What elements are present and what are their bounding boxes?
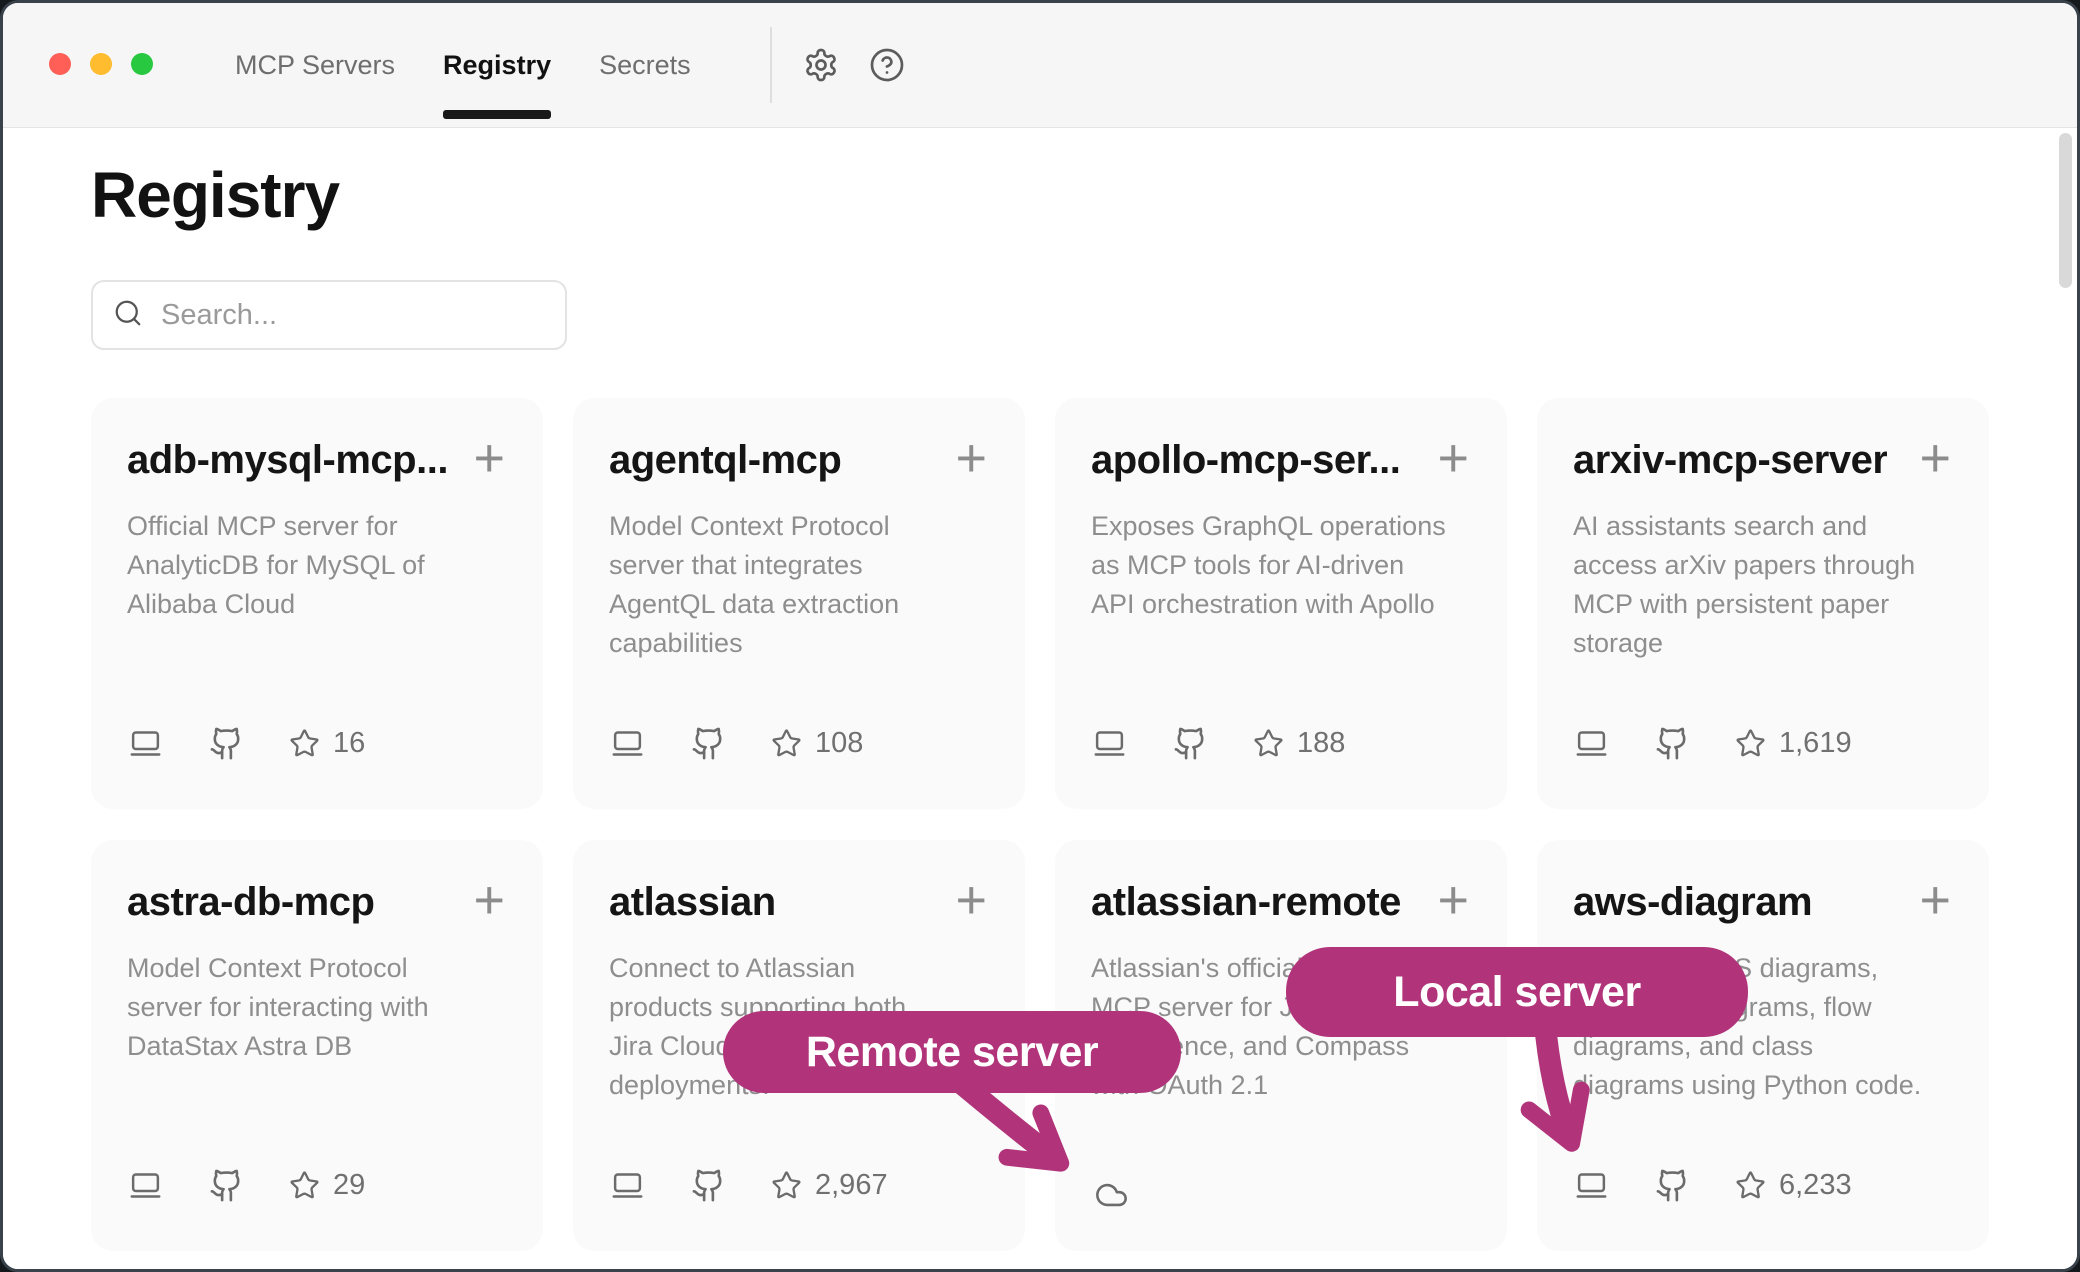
star-count: 188 [1297,727,1345,760]
server-description: Connect to Atlassian products supporting… [609,949,989,1105]
toolbar-divider [770,27,772,103]
github-icon [1655,1168,1690,1203]
star-icon [1253,728,1284,759]
server-card: apollo-mcp-ser... + Exposes GraphQL oper… [1055,398,1507,809]
server-card: atlassian + Connect to Atlassian product… [573,840,1025,1251]
server-description: AI assistants search and access arXiv pa… [1573,507,1953,663]
gear-icon [803,71,839,86]
laptop-icon [1091,727,1128,760]
help-button[interactable] [868,47,906,85]
server-card: astra-db-mcp + Model Context Protocol se… [91,840,543,1251]
minimize-button[interactable] [90,53,112,75]
star-count: 1,619 [1779,727,1852,760]
star-count: 16 [333,727,365,760]
add-server-button[interactable]: + [1435,438,1471,478]
star-icon [289,728,320,759]
star-count: 2,967 [815,1169,888,1202]
star-count: 108 [815,727,863,760]
titlebar: MCP Servers Registry Secrets [3,3,2077,128]
close-button[interactable] [49,53,71,75]
page-title: Registry [91,162,2077,228]
github-icon [691,1168,726,1203]
server-name: astra-db-mcp [127,880,374,925]
server-name: adb-mysql-mcp... [127,438,448,483]
add-server-button[interactable]: + [471,880,507,920]
add-server-button[interactable]: + [1435,880,1471,920]
server-card: atlassian-remote + Atlassian's official … [1055,840,1507,1251]
add-server-button[interactable]: + [953,880,989,920]
search-input[interactable] [161,299,545,332]
laptop-icon [609,727,646,760]
server-card: agentql-mcp + Model Context Protocol ser… [573,398,1025,809]
laptop-icon [609,1169,646,1202]
star-count: 29 [333,1169,365,1202]
search-icon [113,298,143,333]
server-card: arxiv-mcp-server + AI assistants search … [1537,398,1989,809]
server-name: arxiv-mcp-server [1573,438,1887,483]
zoom-button[interactable] [131,53,153,75]
server-card: adb-mysql-mcp... + Official MCP server f… [91,398,543,809]
settings-button[interactable] [802,47,840,85]
star-icon [771,728,802,759]
star-count: 6,233 [1779,1169,1852,1202]
star-icon [1735,728,1766,759]
server-name: apollo-mcp-ser... [1091,438,1400,483]
server-description: Exposes GraphQL operations as MCP tools … [1091,507,1471,624]
scrollbar-thumb[interactable] [2059,133,2072,288]
laptop-icon [1573,1169,1610,1202]
server-name: aws-diagram [1573,880,1812,925]
tab-registry[interactable]: Registry [443,50,551,81]
search-box [91,280,567,350]
github-icon [691,726,726,761]
server-description: Atlassian's official remote MCP server f… [1091,949,1471,1105]
tab-secrets[interactable]: Secrets [599,50,691,81]
star-icon [289,1170,320,1201]
server-description: Model Context Protocol server for intera… [127,949,507,1066]
laptop-icon [1573,727,1610,760]
github-icon [209,1168,244,1203]
help-circle-icon [869,71,905,86]
add-server-button[interactable]: + [1917,880,1953,920]
add-server-button[interactable]: + [471,438,507,478]
server-name: agentql-mcp [609,438,841,483]
add-server-button[interactable]: + [953,438,989,478]
server-description: Official MCP server for AnalyticDB for M… [127,507,507,624]
server-card: aws-diagram + Generate AWS diagrams, seq… [1537,840,1989,1251]
star-icon [771,1170,802,1201]
github-icon [209,726,244,761]
github-icon [1655,726,1690,761]
app-window: MCP Servers Registry Secrets [0,0,2080,1272]
server-name: atlassian [609,880,776,925]
laptop-icon [127,1169,164,1202]
server-grid: adb-mysql-mcp... + Official MCP server f… [91,398,1989,1251]
tab-mcp-servers[interactable]: MCP Servers [235,50,395,81]
server-description: Model Context Protocol server that integ… [609,507,989,663]
github-icon [1173,726,1208,761]
tab-bar: MCP Servers Registry Secrets [235,3,691,128]
server-name: atlassian-remote [1091,880,1401,925]
server-description: Generate AWS diagrams, sequence diagrams… [1573,949,1953,1105]
registry-page: Registry adb-mysql-mcp... + Official MCP… [3,162,2077,1272]
add-server-button[interactable]: + [1917,438,1953,478]
laptop-icon [127,727,164,760]
star-icon [1735,1170,1766,1201]
cloud-icon [1091,1178,1132,1212]
traffic-lights [49,53,153,75]
